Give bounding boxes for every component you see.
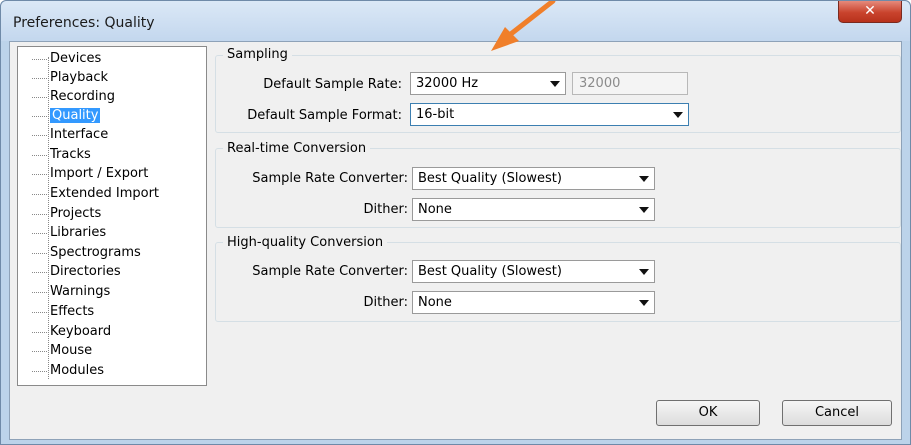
tree-item-warnings[interactable]: Warnings [32, 283, 113, 301]
highquality-dither-dropdown[interactable]: None [412, 291, 655, 314]
sample-format-dropdown[interactable]: 16-bit [410, 103, 689, 126]
realtime-conversion-title: Real-time Conversion [223, 141, 371, 156]
sample-rate-text-field[interactable]: 32000 [572, 72, 688, 95]
ok-button[interactable]: OK [656, 400, 760, 426]
tree-item-quality[interactable]: Quality [32, 107, 103, 125]
highquality-dither-value: None [418, 295, 452, 310]
tree-item-directories[interactable]: Directories [32, 263, 124, 281]
default-sample-rate-label: Default Sample Rate: [263, 77, 402, 92]
chevron-down-icon [550, 81, 560, 87]
sampling-group-title: Sampling [223, 47, 292, 62]
close-button[interactable]: ✕ [838, 1, 902, 23]
realtime-dither-value: None [418, 202, 452, 217]
chevron-down-icon [639, 207, 649, 213]
chevron-down-icon [639, 300, 649, 306]
tree-item-spectrograms[interactable]: Spectrograms [32, 244, 144, 262]
tree-item-import-export[interactable]: Import / Export [32, 165, 151, 183]
realtime-converter-label: Sample Rate Converter: [252, 171, 408, 186]
category-tree[interactable]: Devices Playback Recording Quality Inter… [17, 46, 207, 386]
close-icon: ✕ [864, 3, 876, 19]
highquality-converter-dropdown[interactable]: Best Quality (Slowest) [412, 260, 655, 283]
tree-item-tracks[interactable]: Tracks [32, 146, 94, 164]
highquality-converter-value: Best Quality (Slowest) [418, 264, 562, 279]
highquality-conversion-title: High-quality Conversion [223, 235, 388, 250]
realtime-converter-dropdown[interactable]: Best Quality (Slowest) [412, 167, 655, 190]
chevron-down-icon [639, 269, 649, 275]
tree-item-modules[interactable]: Modules [32, 362, 107, 380]
window-title: Preferences: Quality [13, 15, 155, 31]
cancel-button[interactable]: Cancel [782, 400, 892, 426]
realtime-dither-dropdown[interactable]: None [412, 198, 655, 221]
title-bar[interactable]: Preferences: Quality ✕ [1, 1, 910, 41]
tree-item-effects[interactable]: Effects [32, 303, 97, 321]
preferences-window: Preferences: Quality ✕ Devices Playback … [0, 0, 911, 445]
realtime-converter-value: Best Quality (Slowest) [418, 171, 562, 186]
sample-rate-value: 32000 Hz [416, 76, 479, 91]
tree-item-extended-import[interactable]: Extended Import [32, 185, 162, 203]
sample-rate-dropdown[interactable]: 32000 Hz [410, 72, 566, 95]
tree-item-mouse[interactable]: Mouse [32, 342, 95, 360]
chevron-down-icon [673, 112, 683, 118]
highquality-dither-label: Dither: [363, 295, 408, 310]
tree-item-devices[interactable]: Devices [32, 50, 104, 68]
tree-item-playback[interactable]: Playback [32, 69, 111, 87]
highquality-converter-label: Sample Rate Converter: [252, 264, 408, 279]
chevron-down-icon [639, 176, 649, 182]
annotation-arrow-icon [491, 1, 556, 51]
default-sample-format-label: Default Sample Format: [247, 108, 402, 123]
tree-item-interface[interactable]: Interface [32, 126, 111, 144]
sample-format-value: 16-bit [416, 107, 455, 122]
tree-item-projects[interactable]: Projects [32, 205, 104, 223]
tree-item-keyboard[interactable]: Keyboard [32, 323, 114, 341]
tree-item-recording[interactable]: Recording [32, 88, 118, 106]
tree-item-libraries[interactable]: Libraries [32, 224, 109, 242]
realtime-dither-label: Dither: [363, 202, 408, 217]
